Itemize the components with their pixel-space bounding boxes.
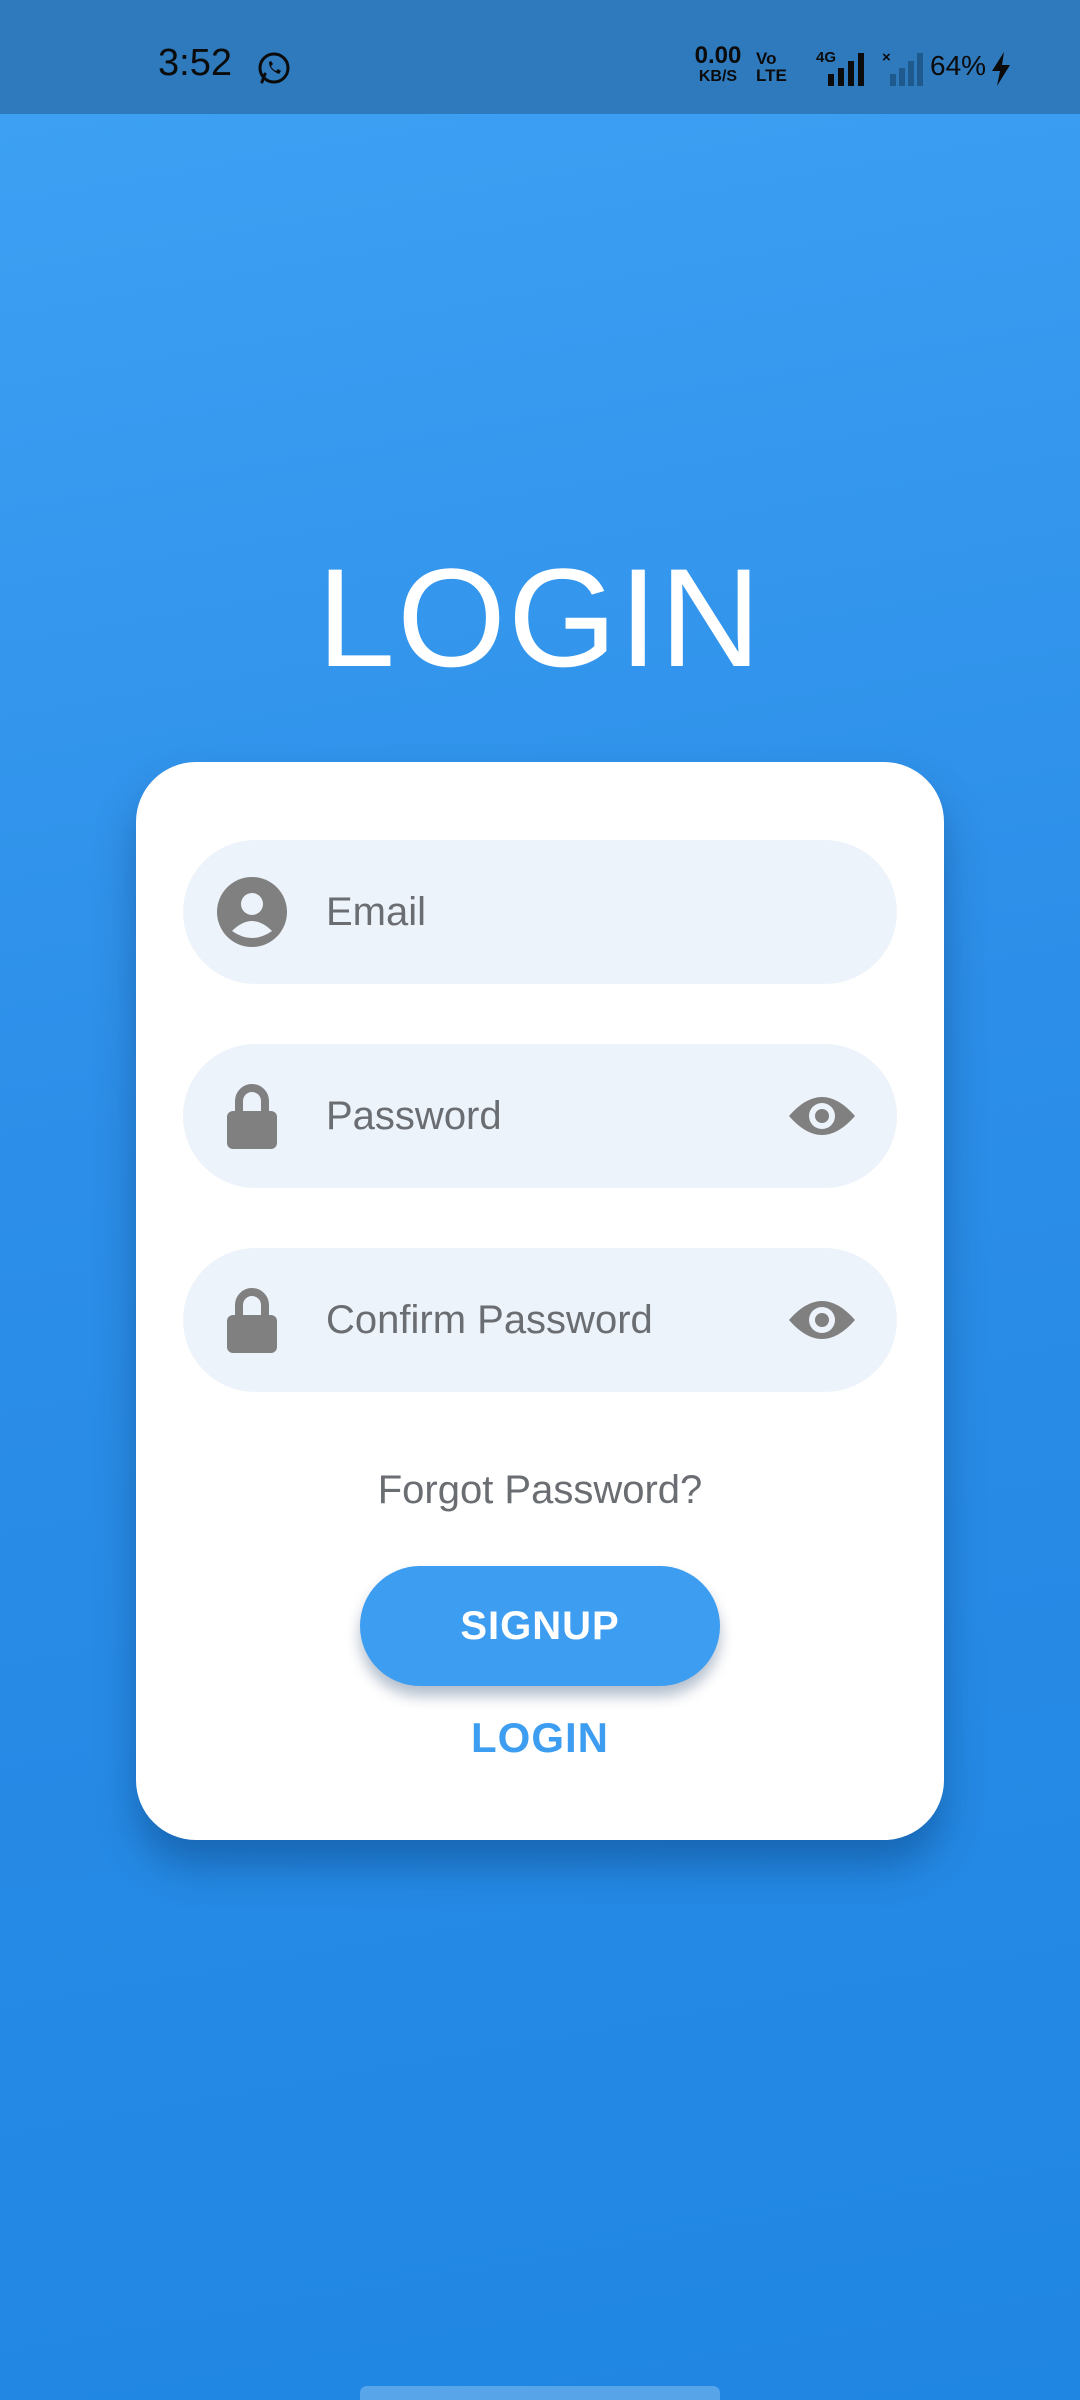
svg-text:×: ×	[882, 49, 891, 66]
battery-percentage: 64%	[930, 50, 987, 81]
lock-icon	[227, 1288, 277, 1353]
signal-4g-icon: 4G	[816, 49, 864, 86]
signup-button[interactable]: SIGNUP	[360, 1566, 720, 1686]
account-circle-icon	[217, 877, 287, 947]
eye-icon[interactable]	[787, 1090, 857, 1142]
email-field[interactable]: Email	[183, 840, 897, 984]
status-time: 3:52	[158, 42, 232, 84]
volte-top-label: Vo	[756, 49, 777, 68]
home-indicator[interactable]	[360, 2386, 720, 2400]
login-link[interactable]: LOGIN	[136, 1714, 944, 1762]
network-speed: 0.00 KB/S	[690, 44, 746, 85]
signal-no-service-icon: ×	[882, 49, 923, 86]
whatsapp-icon	[258, 52, 290, 84]
volte-bottom-label: LTE	[756, 66, 787, 85]
lock-icon	[227, 1084, 277, 1149]
password-field[interactable]: Password	[183, 1044, 897, 1188]
login-card: Email Password Confirm Password Forgot P…	[136, 762, 944, 1840]
forgot-password-link[interactable]: Forgot Password?	[136, 1468, 944, 1513]
network-speed-unit: KB/S	[698, 68, 738, 85]
svg-text:4G: 4G	[816, 49, 836, 66]
network-speed-value: 0.00	[694, 42, 742, 69]
password-placeholder: Password	[326, 1094, 502, 1138]
confirm-password-placeholder: Confirm Password	[326, 1298, 653, 1342]
status-bar: 3:52 0.00 KB/S Vo LTE 4G × 64%	[0, 0, 1080, 114]
volte-icon: Vo LTE	[756, 50, 796, 84]
page-title: LOGIN	[317, 539, 763, 696]
charging-icon	[992, 52, 1010, 86]
eye-icon[interactable]	[787, 1294, 857, 1346]
confirm-password-field[interactable]: Confirm Password	[183, 1248, 897, 1392]
email-placeholder: Email	[326, 890, 427, 934]
